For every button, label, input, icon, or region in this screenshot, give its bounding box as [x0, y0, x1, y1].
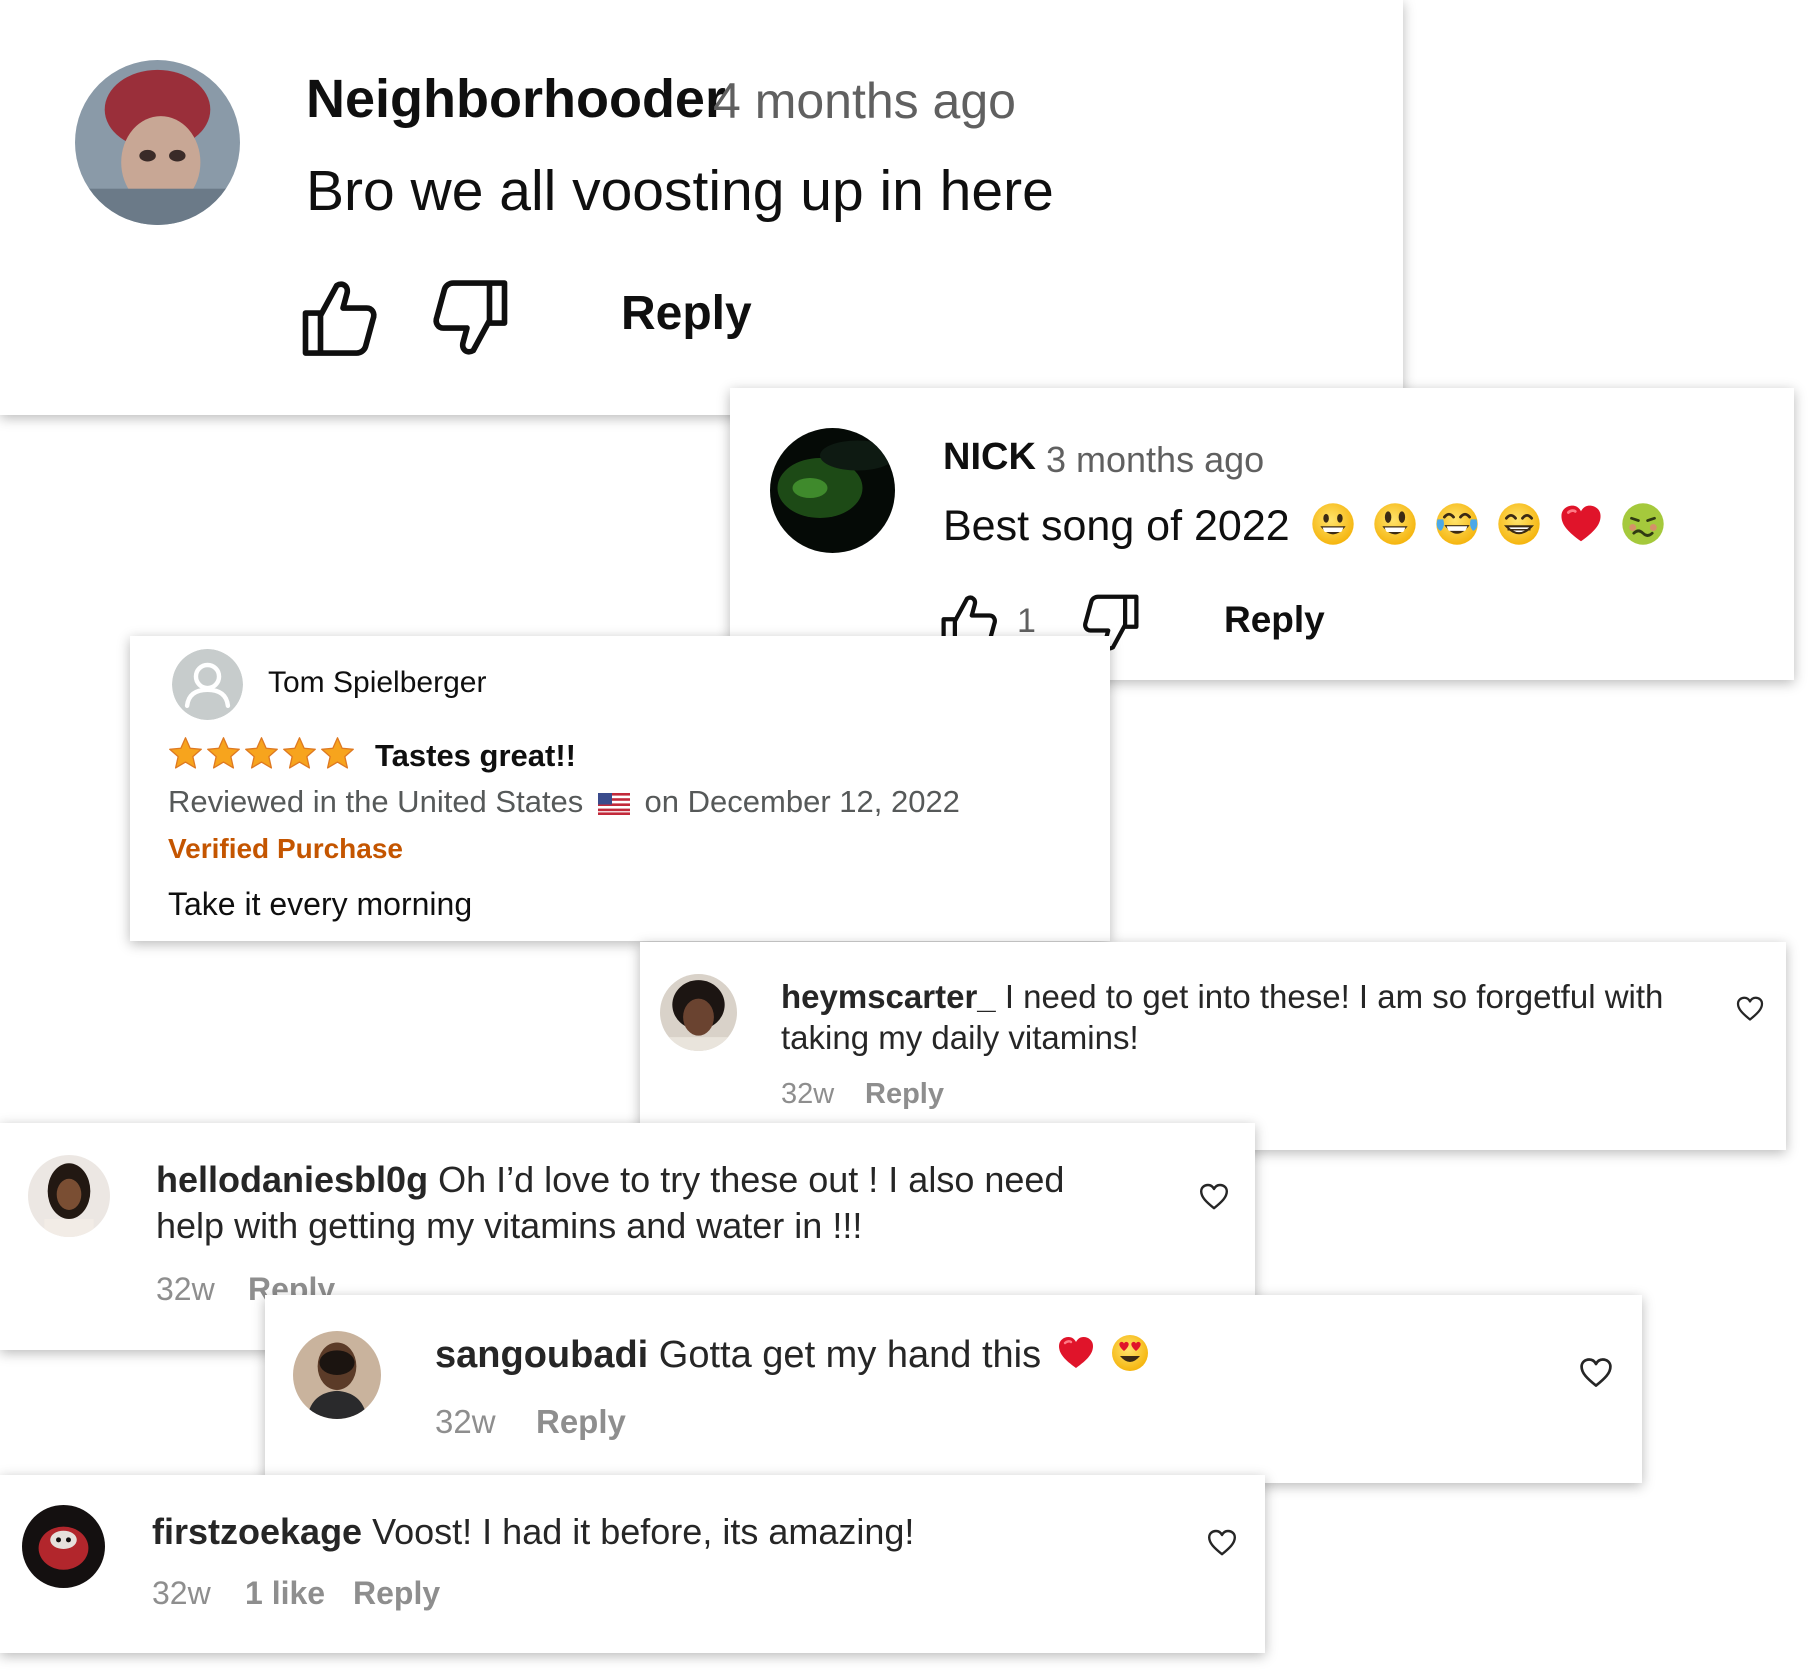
thumbs-up-icon[interactable]	[298, 278, 378, 358]
comment-author[interactable]: heymscarter_	[781, 978, 996, 1015]
comment-timestamp[interactable]: 32w	[435, 1403, 496, 1441]
comment-line: hellodaniesbl0g Oh I’d love to try these…	[156, 1159, 1064, 1201]
smiling-face-with-heart-eyes-emoji	[1112, 1335, 1149, 1371]
instagram-comment-card: firstzoekage Voost! I had it before, its…	[0, 1475, 1265, 1653]
reply-button[interactable]: Reply	[353, 1575, 440, 1612]
star-icon	[244, 736, 279, 771]
review-title[interactable]: Tastes great!!	[375, 738, 576, 774]
beaming-face-emoji	[1498, 503, 1540, 545]
comment-timestamp[interactable]: 4 months ago	[713, 72, 1016, 130]
reply-button[interactable]: Reply	[621, 286, 752, 341]
comment-timestamp[interactable]: 3 months ago	[1046, 439, 1264, 481]
us-flag-icon	[597, 792, 630, 815]
comment-author[interactable]: NICK	[943, 436, 1036, 479]
comment-timestamp[interactable]: 32w	[781, 1078, 834, 1111]
heart-icon[interactable]	[1206, 1527, 1238, 1559]
review-body: Take it every morning	[168, 886, 473, 922]
instagram-comment-card: sangoubadi Gotta get my hand this 32w Re…	[265, 1295, 1642, 1483]
comment-text: I need to get into these! I am so forget…	[1004, 978, 1664, 1015]
review-location: Reviewed in the United States	[168, 784, 584, 819]
youtube-comment-card: Neighborhooder 4 months ago Bro we all v…	[0, 0, 1403, 415]
comment-text-continued: help with getting my vitamins and water …	[156, 1205, 863, 1246]
grinning-face-big-eyes-emoji	[1374, 503, 1416, 545]
star-icon	[320, 736, 355, 771]
avatar[interactable]	[75, 60, 240, 225]
comment-line: heymscarter_ I need to get into these! I…	[781, 978, 1663, 1016]
emoji-row	[1310, 501, 1666, 547]
heart-icon[interactable]	[1198, 1181, 1230, 1213]
comment-line: sangoubadi Gotta get my hand this	[435, 1333, 1150, 1377]
red-heart-emoji	[1056, 1333, 1096, 1373]
comment-text: Voost! I had it before, its amazing!	[372, 1511, 915, 1552]
comment-timestamp[interactable]: 32w	[152, 1575, 211, 1612]
nauseated-face-emoji	[1622, 503, 1664, 545]
heart-icon[interactable]	[1578, 1355, 1614, 1391]
star-icon	[168, 736, 203, 771]
verified-purchase-badge[interactable]: Verified Purchase	[168, 833, 403, 865]
heart-icon[interactable]	[1735, 994, 1765, 1024]
like-count[interactable]: 1 like	[245, 1575, 325, 1612]
thumbs-down-icon[interactable]	[432, 278, 512, 358]
avatar[interactable]	[293, 1331, 381, 1419]
face-with-tears-of-joy-emoji	[1436, 503, 1478, 545]
avatar[interactable]	[660, 974, 737, 1051]
comment-author[interactable]: sangoubadi	[435, 1334, 648, 1376]
comment-text: Best song of 2022	[943, 502, 1290, 550]
star-rating[interactable]	[168, 736, 355, 771]
product-review-card: Tom Spielberger Tastes great!! Reviewed …	[130, 636, 1110, 941]
avatar[interactable]	[28, 1155, 110, 1237]
comment-author[interactable]: Neighborhooder	[306, 68, 726, 130]
default-avatar-icon	[172, 649, 243, 720]
comment-timestamp[interactable]: 32w	[156, 1271, 215, 1308]
star-icon	[282, 736, 317, 771]
comment-author[interactable]: firstzoekage	[152, 1511, 362, 1552]
reply-button[interactable]: Reply	[865, 1078, 944, 1111]
red-heart-emoji	[1558, 501, 1604, 547]
comment-line: firstzoekage Voost! I had it before, its…	[152, 1511, 914, 1553]
reviewer-name[interactable]: Tom Spielberger	[268, 666, 486, 700]
reply-button[interactable]: Reply	[536, 1403, 626, 1441]
comment-text: Bro we all voosting up in here	[306, 159, 1054, 223]
grinning-face-emoji	[1312, 503, 1354, 545]
reply-button[interactable]: Reply	[1224, 599, 1325, 641]
comment-text: Gotta get my hand this	[658, 1334, 1042, 1376]
avatar[interactable]	[22, 1505, 105, 1588]
comment-text: Oh I’d love to try these out ! I also ne…	[438, 1159, 1065, 1200]
instagram-comment-card: heymscarter_ I need to get into these! I…	[640, 942, 1786, 1150]
review-meta: Reviewed in the United States on Decembe…	[168, 784, 960, 820]
avatar[interactable]	[770, 428, 895, 553]
comment-author[interactable]: hellodaniesbl0g	[156, 1159, 428, 1200]
star-icon	[206, 736, 241, 771]
review-date: on December 12, 2022	[644, 784, 960, 819]
comment-text-continued: taking my daily vitamins!	[781, 1019, 1139, 1056]
